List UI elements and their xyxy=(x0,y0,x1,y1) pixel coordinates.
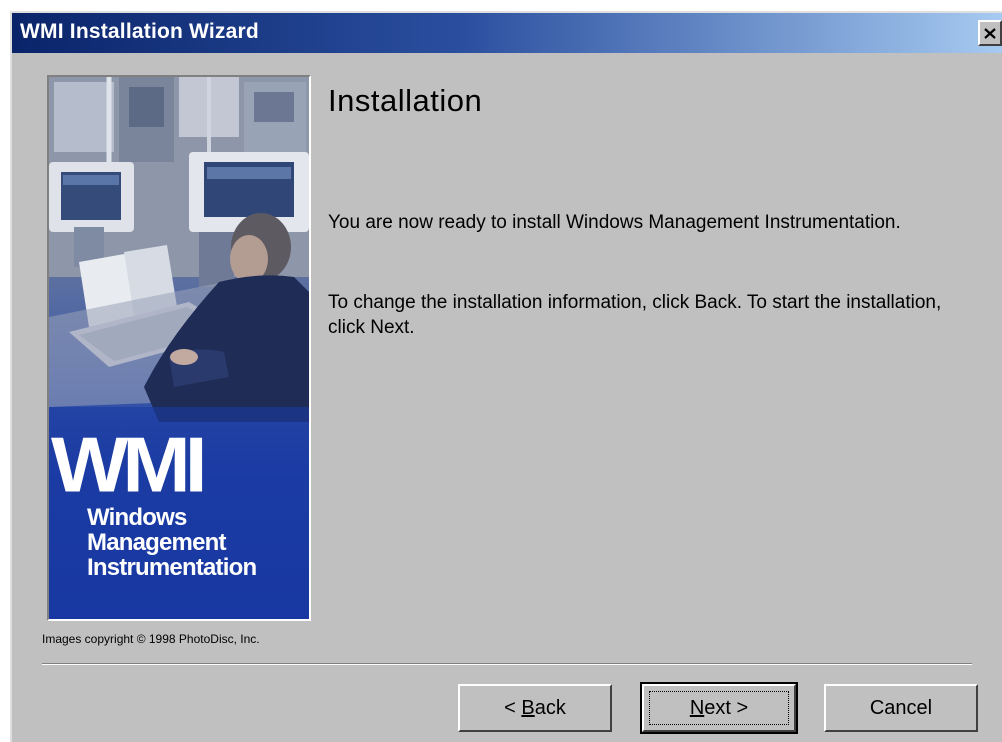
back-label-prefix: < xyxy=(504,696,522,719)
logo-line-windows: Windows xyxy=(87,504,187,531)
back-label-rest: ack xyxy=(534,696,566,719)
page-title: Installation xyxy=(328,83,483,118)
window-title: WMI Installation Wizard xyxy=(20,20,259,43)
button-separator xyxy=(42,663,972,665)
wmi-logo-words: Windows Management Instrumentation xyxy=(87,504,257,581)
cancel-button[interactable]: Cancel xyxy=(824,684,978,732)
back-label-mnemonic: B xyxy=(521,696,535,719)
wmi-logo: WMI xyxy=(51,422,208,509)
title-bar[interactable]: WMI Installation Wizard xyxy=(12,13,1002,53)
image-copyright: Images copyright © 1998 PhotoDisc, Inc. xyxy=(42,632,260,646)
instructions-message: To change the installation information, … xyxy=(328,292,942,338)
next-focus-ring xyxy=(649,691,789,725)
wizard-side-image: WMI Windows Management Instrumentation xyxy=(47,75,311,621)
wizard-window: WMI Installation Wizard WMI Windows Mana… xyxy=(10,11,1002,742)
ready-message: You are now ready to install Windows Man… xyxy=(328,212,901,233)
next-button[interactable]: Next > xyxy=(640,682,798,734)
logo-line-management: Management xyxy=(87,529,227,556)
close-button[interactable] xyxy=(978,20,1002,46)
logo-line-instrumentation: Instrumentation xyxy=(87,554,257,581)
back-button[interactable]: < Back xyxy=(458,684,612,732)
close-icon xyxy=(984,27,996,39)
